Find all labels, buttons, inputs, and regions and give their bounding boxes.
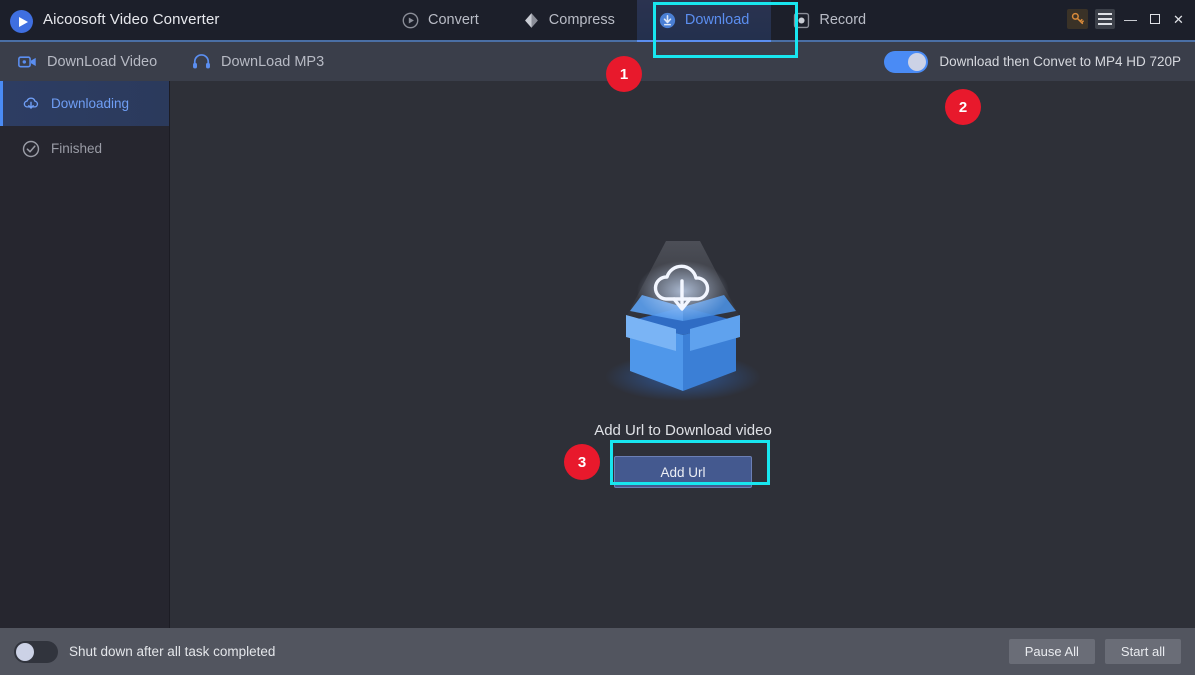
tab-record-label: Record	[819, 12, 867, 28]
sidebar-item-finished[interactable]: Finished	[0, 126, 169, 171]
tab-download-label: Download	[684, 12, 750, 28]
empty-state-text: Add Url to Download video	[594, 422, 772, 439]
empty-state: Add Url to Download video Add Url	[171, 229, 1195, 488]
play-circle-icon	[10, 10, 33, 33]
subnav-item-download-video-label: DownLoad Video	[47, 53, 158, 70]
main-nav-tabs: Convert Compress Download Record	[380, 0, 888, 42]
shutdown-after-tasks-toggle[interactable]	[14, 640, 58, 663]
tab-record[interactable]: Record	[771, 0, 888, 40]
start-all-button[interactable]: Start all	[1104, 639, 1181, 664]
video-camera-icon	[18, 56, 36, 68]
window-controls: — ✕	[1067, 9, 1187, 29]
annotation-badge-1: 1	[606, 56, 642, 92]
close-icon[interactable]: ✕	[1170, 9, 1187, 29]
open-box-cloud-download-illustration	[605, 241, 761, 401]
headphones-icon	[193, 54, 210, 69]
sidebar-item-downloading[interactable]: Downloading	[0, 81, 169, 126]
sidebar-item-finished-label: Finished	[51, 141, 103, 156]
tab-compress[interactable]: Compress	[501, 0, 637, 40]
sidebar: Downloading Finished	[0, 81, 170, 628]
tab-convert[interactable]: Convert	[380, 0, 501, 40]
subnav-item-download-video[interactable]: DownLoad Video	[18, 42, 157, 81]
shutdown-toggle-group: Shut down after all task completed	[14, 628, 275, 675]
bottom-bar-actions: Pause All Start all	[1008, 628, 1181, 675]
record-icon	[794, 12, 810, 28]
compress-icon	[524, 12, 538, 28]
download-icon	[659, 12, 676, 28]
annotation-badge-3: 3	[564, 444, 600, 480]
tab-download[interactable]: Download	[636, 0, 772, 42]
sidebar-item-downloading-label: Downloading	[51, 96, 130, 111]
pause-all-button[interactable]: Pause All	[1008, 639, 1095, 664]
subnav-item-download-mp3-label: DownLoad MP3	[221, 53, 325, 70]
app-window: Aicoosoft Video Converter Convert Compre…	[0, 0, 1195, 675]
add-url-button[interactable]: Add Url	[614, 456, 752, 488]
minimize-icon[interactable]: —	[1122, 9, 1139, 29]
convert-toggle-group: Download then Convet to MP4 HD 720P	[884, 42, 1181, 81]
maximize-icon[interactable]	[1146, 9, 1163, 29]
download-convert-toggle[interactable]	[884, 50, 929, 73]
main-content: Add Url to Download video Add Url	[171, 81, 1195, 628]
subnav-item-download-mp3[interactable]: DownLoad MP3	[192, 42, 324, 81]
key-icon[interactable]	[1067, 9, 1088, 29]
tab-compress-label: Compress	[548, 12, 615, 28]
app-title: Aicoosoft Video Converter	[43, 11, 220, 28]
bottom-bar: Shut down after all task completed Pause…	[0, 628, 1195, 675]
title-bar: Aicoosoft Video Converter Convert Compre…	[0, 0, 1195, 42]
check-circle-icon	[22, 140, 40, 157]
annotation-badge-2: 2	[945, 89, 981, 125]
sub-nav-bar: DownLoad Video DownLoad MP3 Download the…	[0, 42, 1195, 81]
convert-icon	[402, 12, 419, 28]
cloud-download-icon	[23, 97, 39, 109]
shutdown-after-tasks-label: Shut down after all task completed	[69, 644, 276, 659]
download-convert-toggle-label: Download then Convet to MP4 HD 720P	[939, 54, 1181, 69]
tab-convert-label: Convert	[428, 12, 479, 28]
hamburger-menu-icon[interactable]	[1095, 9, 1115, 29]
